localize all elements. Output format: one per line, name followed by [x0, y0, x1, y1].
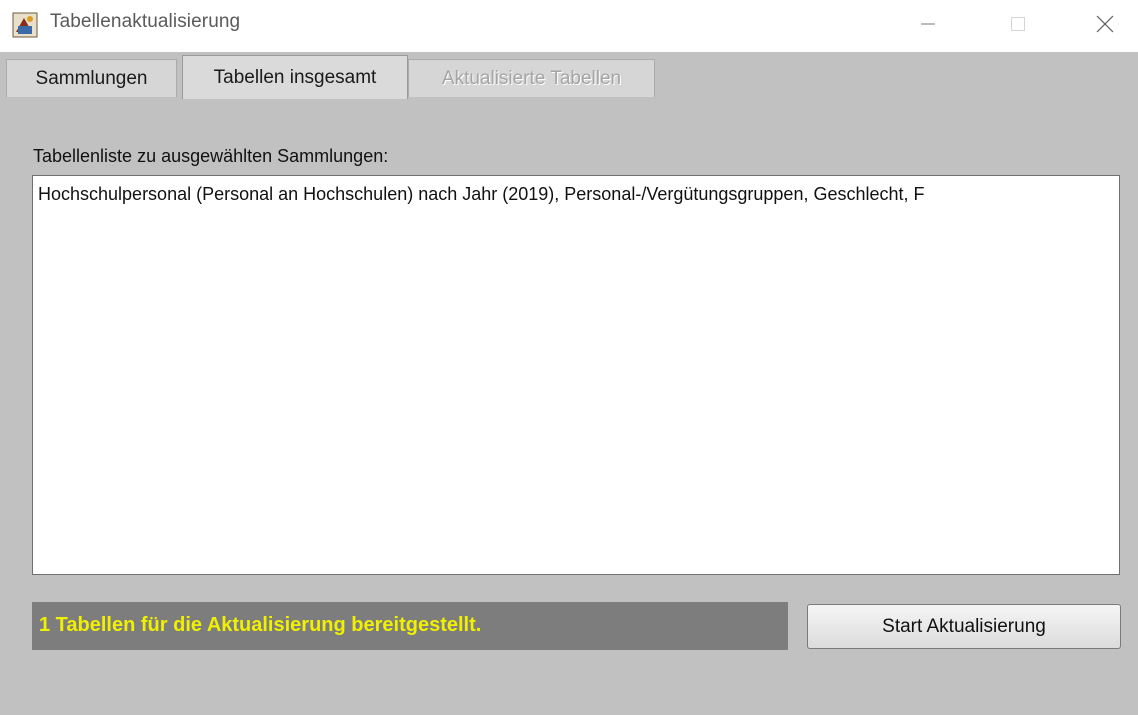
minimize-button[interactable] [895, 0, 961, 48]
table-list[interactable]: Hochschulpersonal (Personal an Hochschul… [32, 175, 1120, 575]
window-title: Tabellenaktualisierung [50, 11, 241, 32]
tab-strip: Sammlungen Aktualisierte Tabellen Tabell… [0, 52, 1138, 99]
list-item[interactable]: Hochschulpersonal (Personal an Hochschul… [38, 184, 925, 205]
close-button[interactable] [1072, 0, 1138, 48]
app-icon [12, 12, 38, 38]
tab-aktualisierte-tabellen-label: Aktualisierte Tabellen [441, 68, 622, 89]
status-message: 1 Tabellen für die Aktualisierung bereit… [39, 614, 482, 636]
tab-tabellen-insgesamt-label: Tabellen insgesamt [213, 67, 377, 88]
maximize-icon [1011, 17, 1025, 31]
maximize-button[interactable] [985, 0, 1051, 48]
table-list-label: Tabellenliste zu ausgewählten Sammlungen… [33, 146, 389, 166]
tab-sammlungen-label: Sammlungen [35, 68, 148, 89]
status-panel: 1 Tabellen für die Aktualisierung bereit… [32, 602, 788, 650]
tab-tabellen-insgesamt[interactable]: Tabellen insgesamt [182, 55, 408, 99]
minimize-icon [921, 23, 935, 25]
tab-aktualisierte-tabellen: Aktualisierte Tabellen [408, 59, 655, 97]
title-bar: Tabellenaktualisierung [0, 0, 1138, 52]
close-icon [1096, 15, 1114, 33]
tab-sammlungen[interactable]: Sammlungen [6, 59, 177, 97]
window-client-area: Sammlungen Aktualisierte Tabellen Tabell… [0, 52, 1138, 715]
start-update-button[interactable]: Start Aktualisierung [807, 604, 1121, 649]
